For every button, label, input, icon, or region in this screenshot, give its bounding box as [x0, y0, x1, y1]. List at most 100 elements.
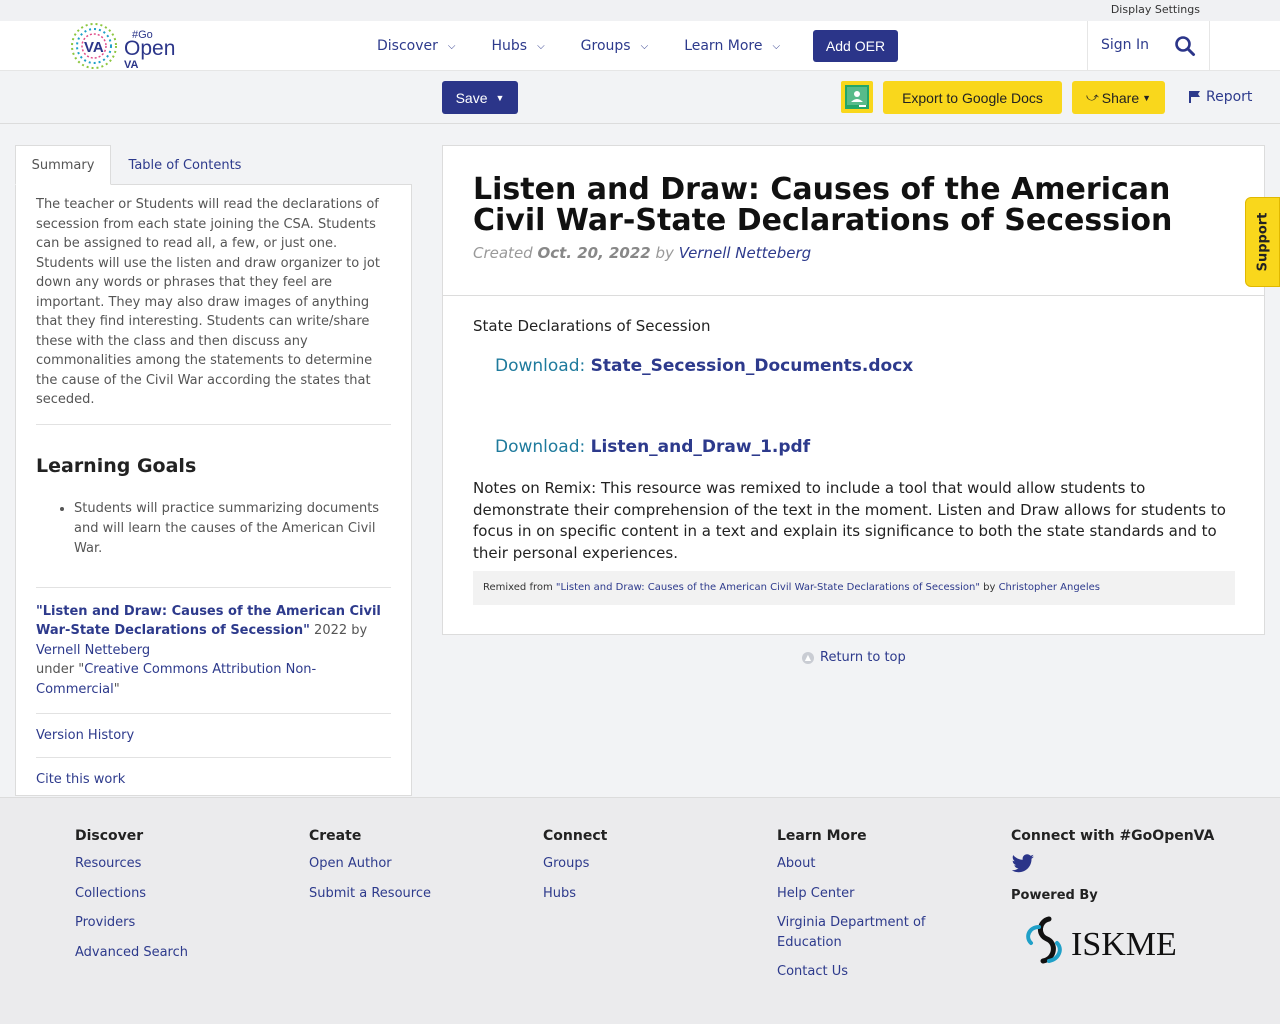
download-docx-link[interactable]: Download: State_Secession_Documents.docx	[495, 356, 913, 376]
page-title: Listen and Draw: Causes of the American …	[473, 172, 1173, 238]
report-link[interactable]: Report	[1188, 89, 1252, 105]
site-footer: Discover Resources Collections Providers…	[0, 797, 1280, 1024]
save-button[interactable]: Save ▼	[442, 81, 518, 114]
divider	[36, 757, 391, 758]
nav-learn-more[interactable]: Learn More ⌵	[684, 38, 780, 54]
chevron-down-icon: ⌵	[640, 40, 649, 52]
created-date: Oct. 20, 2022	[537, 244, 651, 262]
chevron-down-icon: ⌵	[537, 40, 545, 52]
attribution-close: "	[113, 681, 120, 697]
arrow-up-icon: ▲	[802, 651, 814, 664]
author-link[interactable]: Vernell Netteberg	[679, 244, 812, 262]
footer-link-help-center[interactable]: Help Center	[777, 884, 947, 904]
section-label: State Declarations of Secession	[473, 317, 711, 335]
footer-link-contact[interactable]: Contact Us	[777, 962, 947, 982]
download-prefix: Download:	[495, 437, 591, 457]
learning-goals-title: Learning Goals	[36, 454, 197, 477]
attribution-author-link[interactable]: Vernell Netteberg	[36, 643, 150, 658]
account-area: Sign In	[1087, 21, 1210, 71]
caret-down-icon: ▼	[1142, 92, 1152, 103]
site-header: VA #Go Open VA Discover ⌵ Hubs ⌵ Groups ⌵ L…	[0, 21, 1280, 71]
footer-connect-title: Connect	[543, 828, 608, 844]
support-tab[interactable]: Support	[1245, 197, 1280, 287]
footer-link-about[interactable]: About	[777, 854, 947, 874]
divider	[443, 295, 1264, 296]
version-history-link[interactable]: Version History	[36, 728, 391, 743]
return-to-top-label: Return to top	[820, 650, 906, 665]
export-google-docs-button[interactable]: Export to Google Docs	[883, 81, 1062, 114]
footer-connect-with: Connect with #GoOpenVA Powered By ISKME	[1011, 828, 1231, 975]
nav-groups[interactable]: Groups ⌵	[581, 38, 649, 54]
summary-panel: The teacher or Students will read the de…	[15, 184, 412, 796]
sidebar-tabs: Summary Table of Contents	[15, 145, 412, 185]
tab-summary[interactable]: Summary	[15, 145, 111, 185]
created-prefix: Created	[473, 244, 538, 262]
chevron-down-icon: ⌵	[772, 40, 781, 52]
created-by: by	[650, 244, 679, 262]
footer-link-resources[interactable]: Resources	[75, 854, 188, 874]
download-filename: Listen_and_Draw_1.pdf	[590, 437, 811, 457]
svg-text:VA: VA	[124, 59, 139, 70]
tab-table-of-contents[interactable]: Table of Contents	[111, 145, 259, 185]
footer-create-title: Create	[309, 828, 362, 844]
divider	[36, 713, 391, 714]
nav-hubs[interactable]: Hubs ⌵	[491, 38, 544, 54]
goopenva-logo[interactable]: VA #Go Open VA	[70, 22, 178, 71]
remix-notes: Notes on Remix: This resource was remixe…	[473, 479, 1226, 562]
footer-link-groups[interactable]: Groups	[543, 854, 607, 874]
download-pdf-link[interactable]: Download: Listen_and_Draw_1.pdf	[495, 437, 810, 457]
share-label: Share	[1101, 89, 1140, 106]
footer-connect: Connect Groups Hubs	[543, 828, 607, 913]
share-icon: ⤻	[1085, 90, 1099, 104]
footer-link-advanced-search[interactable]: Advanced Search	[75, 943, 188, 963]
powered-by-label: Powered By	[1011, 888, 1098, 903]
footer-link-collections[interactable]: Collections	[75, 884, 188, 904]
support-label: Support	[1255, 212, 1270, 272]
flag-icon	[1189, 91, 1200, 103]
sidebar: Summary Table of Contents The teacher or…	[15, 145, 412, 796]
nav-groups-label: Groups	[580, 38, 631, 54]
iskme-logo[interactable]: ISKME	[1011, 913, 1191, 975]
add-oer-button[interactable]: Add OER	[813, 30, 898, 62]
utility-bar: Display Settings	[0, 0, 1280, 21]
google-classroom-icon[interactable]	[841, 81, 873, 113]
footer-link-submit-resource[interactable]: Submit a Resource	[309, 884, 431, 904]
nav-learn-more-label: Learn More	[684, 38, 763, 54]
remix-author-link[interactable]: Christopher Angeles	[999, 582, 1100, 593]
nav-discover-label: Discover	[377, 38, 438, 54]
sign-in-link[interactable]: Sign In	[1101, 37, 1149, 53]
attribution-under: under "	[36, 662, 85, 677]
learning-goals-list: Students will practice summarizing docum…	[36, 499, 391, 559]
share-button[interactable]: ⤻ Share ▼	[1072, 81, 1165, 114]
iskme-swirl-icon	[1026, 916, 1062, 964]
nav-hubs-label: Hubs	[491, 38, 528, 54]
remix-source-link[interactable]: "Listen and Draw: Causes of the American…	[556, 582, 980, 593]
cite-work-link[interactable]: Cite this work	[36, 772, 391, 787]
footer-create: Create Open Author Submit a Resource	[309, 828, 431, 913]
footer-link-hubs[interactable]: Hubs	[543, 884, 607, 904]
attribution-year: 2022 by	[309, 623, 368, 638]
divider	[36, 586, 391, 588]
download-prefix: Download:	[495, 356, 591, 376]
footer-link-open-author[interactable]: Open Author	[309, 854, 431, 874]
footer-discover-title: Discover	[75, 828, 144, 844]
return-to-top-link[interactable]: ▲ Return to top	[802, 650, 906, 665]
remix-attribution: Remixed from "Listen and Draw: Causes of…	[473, 571, 1235, 605]
save-label: Save	[455, 89, 488, 106]
chevron-down-icon: ⌵	[447, 40, 456, 52]
footer-learn-title: Learn More	[777, 828, 867, 844]
footer-link-providers[interactable]: Providers	[75, 913, 188, 933]
footer-link-vdoe[interactable]: Virginia Department of Education	[777, 913, 947, 952]
svg-text:ISKME: ISKME	[1071, 926, 1177, 963]
caret-down-icon: ▼	[495, 92, 505, 103]
footer-connect-with-title: Connect with #GoOpenVA	[1011, 828, 1215, 844]
learning-goal-item: Students will practice summarizing docum…	[74, 499, 391, 559]
twitter-icon[interactable]	[1011, 854, 1035, 876]
divider	[36, 423, 391, 425]
nav-discover[interactable]: Discover ⌵	[377, 38, 455, 54]
search-icon[interactable]	[1174, 35, 1196, 57]
display-settings-link[interactable]: Display Settings	[1111, 3, 1200, 16]
resource-content: Listen and Draw: Causes of the American …	[442, 145, 1265, 635]
remix-prefix: Remixed from	[483, 582, 556, 593]
resource-action-bar: Save ▼ Export to Google Docs ⤻ Share ▼ Repo…	[0, 71, 1280, 124]
